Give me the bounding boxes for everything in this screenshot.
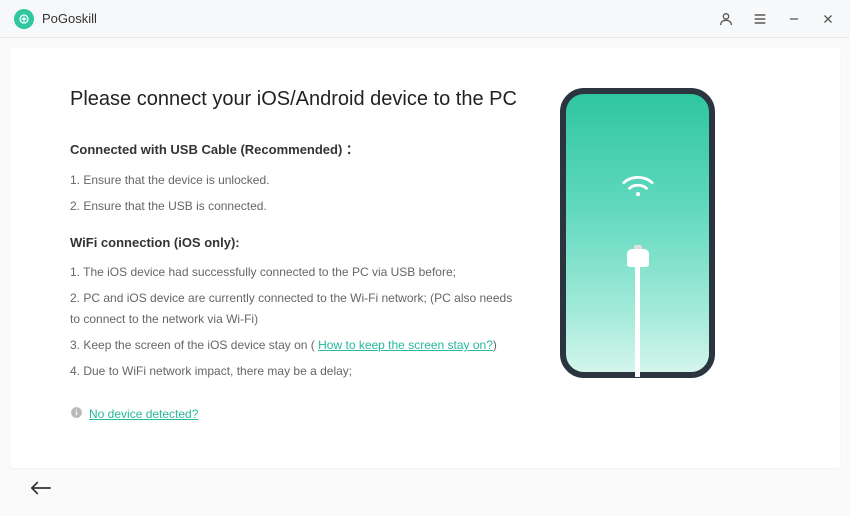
illustration-column (560, 88, 715, 448)
page-heading: Please connect your iOS/Android device t… (70, 88, 520, 111)
app-window: PoGoskill (0, 0, 850, 516)
usb-cable-icon (627, 245, 649, 377)
usb-step-1: 1. Ensure that the device is unlocked. (70, 170, 520, 190)
titlebar-right (718, 11, 836, 27)
wifi-step-3: 3. Keep the screen of the iOS device sta… (70, 335, 520, 355)
instruction-column: Please connect your iOS/Android device t… (70, 88, 520, 448)
wifi-step-1: 1. The iOS device had successfully conne… (70, 262, 520, 282)
back-button[interactable] (30, 476, 54, 500)
titlebar-left: PoGoskill (14, 9, 97, 29)
no-device-row: No device detected? (70, 406, 520, 422)
close-icon[interactable] (820, 11, 836, 27)
usb-step-2: 2. Ensure that the USB is connected. (70, 196, 520, 216)
menu-icon[interactable] (752, 11, 768, 27)
minimize-icon[interactable] (786, 11, 802, 27)
wifi-icon (621, 174, 655, 205)
wifi-step-2: 2. PC and iOS device are currently conne… (70, 288, 520, 329)
keep-screen-on-link[interactable]: How to keep the screen stay on? (318, 338, 493, 352)
app-logo-icon (14, 9, 34, 29)
wifi-step-4: 4. Due to WiFi network impact, there may… (70, 361, 520, 381)
phone-illustration (560, 88, 715, 378)
titlebar: PoGoskill (0, 0, 850, 38)
main-card: Please connect your iOS/Android device t… (10, 48, 840, 468)
wifi-step-3-prefix: 3. Keep the screen of the iOS device sta… (70, 338, 318, 352)
footer (10, 468, 840, 506)
wifi-step-3-suffix: ) (493, 338, 497, 352)
info-icon (70, 406, 83, 422)
usb-section-title: Connected with USB Cable (Recommended) ： (70, 139, 520, 158)
no-device-detected-link[interactable]: No device detected? (89, 407, 198, 421)
wifi-section-title: WiFi connection (iOS only): (70, 235, 520, 250)
user-icon[interactable] (718, 11, 734, 27)
app-title: PoGoskill (42, 11, 97, 26)
content-area: Please connect your iOS/Android device t… (0, 38, 850, 516)
